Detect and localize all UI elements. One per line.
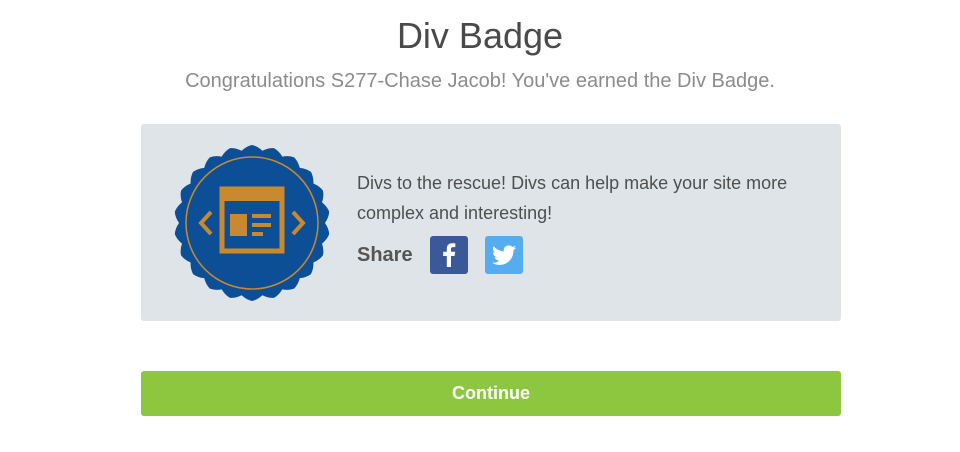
page-title: Div Badge — [396, 15, 564, 56]
twitter-icon — [491, 245, 516, 265]
badge-description: Divs to the rescue! Divs can help make y… — [357, 173, 788, 223]
continue-button[interactable]: Continue — [141, 371, 841, 416]
facebook-share-button[interactable] — [429, 236, 468, 274]
congratulations-message: Congratulations S277-Chase Jacob! You've… — [185, 70, 775, 92]
share-row: Share — [357, 236, 523, 274]
badge-award-page: Div Badge Congratulations S277-Chase Jac… — [0, 0, 960, 452]
twitter-share-button[interactable] — [484, 236, 523, 274]
facebook-icon — [442, 243, 455, 267]
badge-card: Divs to the rescue! Divs can help make y… — [141, 124, 841, 321]
share-label: Share — [357, 243, 413, 266]
div-badge-seal-icon — [174, 145, 330, 301]
